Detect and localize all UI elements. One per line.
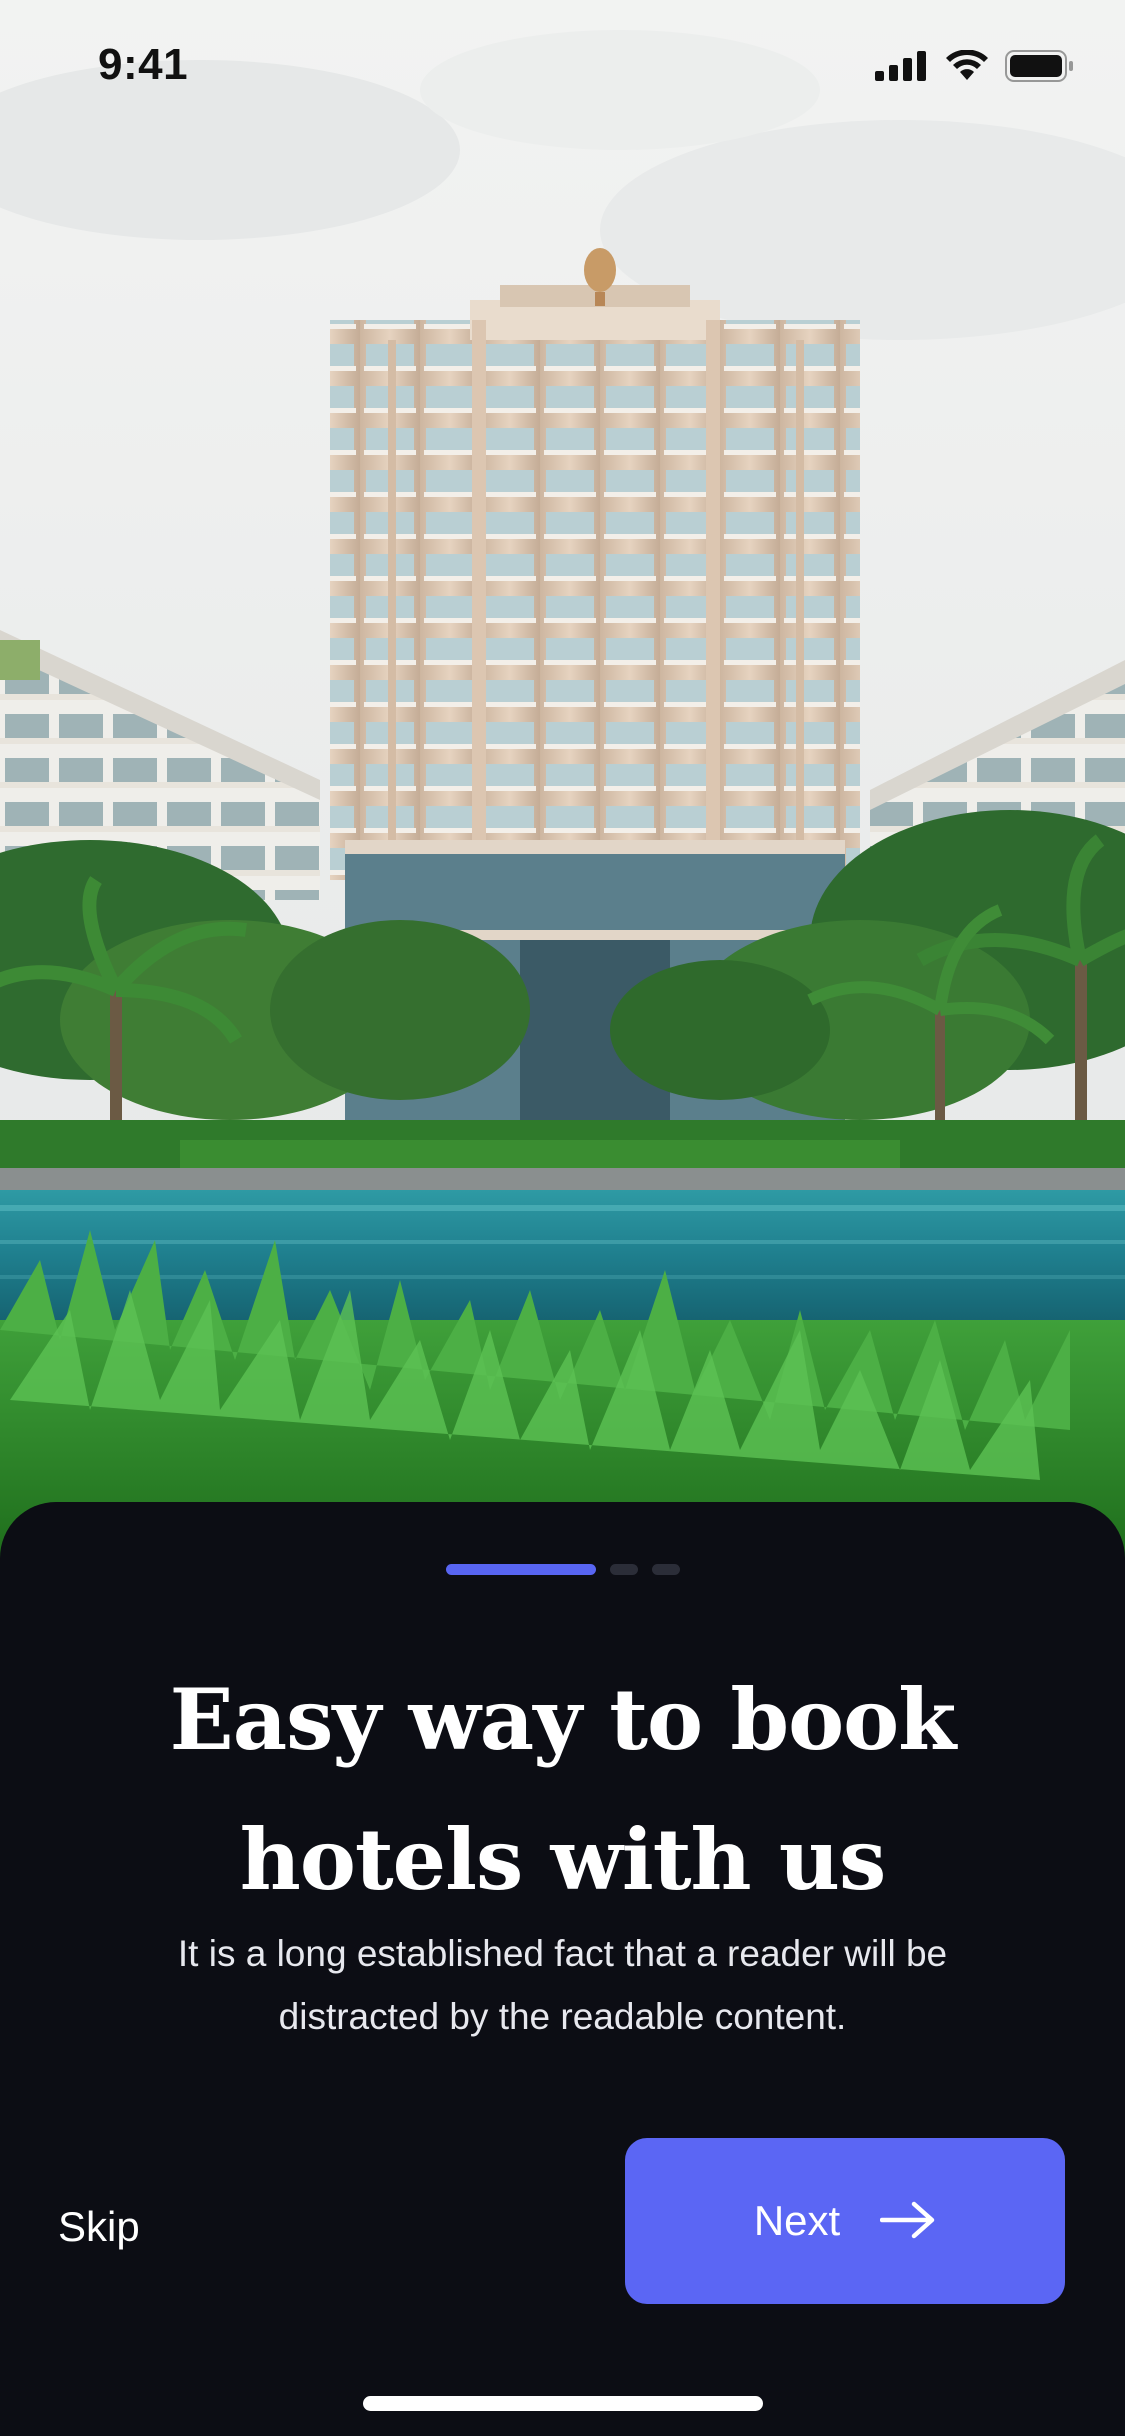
status-icons — [875, 49, 1075, 86]
arrow-right-icon — [879, 2200, 936, 2243]
status-time: 9:41 — [98, 40, 189, 89]
subtitle-line: It is a long established fact that a rea… — [177, 1933, 948, 1974]
hero-photo — [0, 0, 1125, 1560]
page-dot — [609, 1564, 638, 1575]
page-indicator — [0, 1564, 1125, 1575]
skip-button[interactable]: Skip — [58, 2192, 140, 2262]
cellular-signal-icon — [875, 51, 929, 85]
onboarding-sheet: Easy way to book hotels with us It is a … — [0, 1502, 1125, 2436]
page-dot — [651, 1564, 680, 1575]
status-bar: 9:41 — [0, 0, 1125, 135]
next-button-label: Next — [753, 2197, 841, 2244]
wifi-icon — [945, 49, 989, 86]
title-line: hotels with us — [239, 1810, 887, 1909]
next-button[interactable]: Next — [625, 2138, 1065, 2304]
battery-icon — [1005, 50, 1075, 86]
home-indicator — [363, 2396, 763, 2411]
onboarding-subtitle: It is a long established fact that a rea… — [60, 1922, 1065, 2048]
page-dot-active — [445, 1564, 596, 1575]
subtitle-line: distracted by the readable content. — [278, 1996, 847, 2037]
onboarding-title: Easy way to book hotels with us — [0, 1650, 1125, 1930]
title-line: Easy way to book — [169, 1670, 957, 1769]
